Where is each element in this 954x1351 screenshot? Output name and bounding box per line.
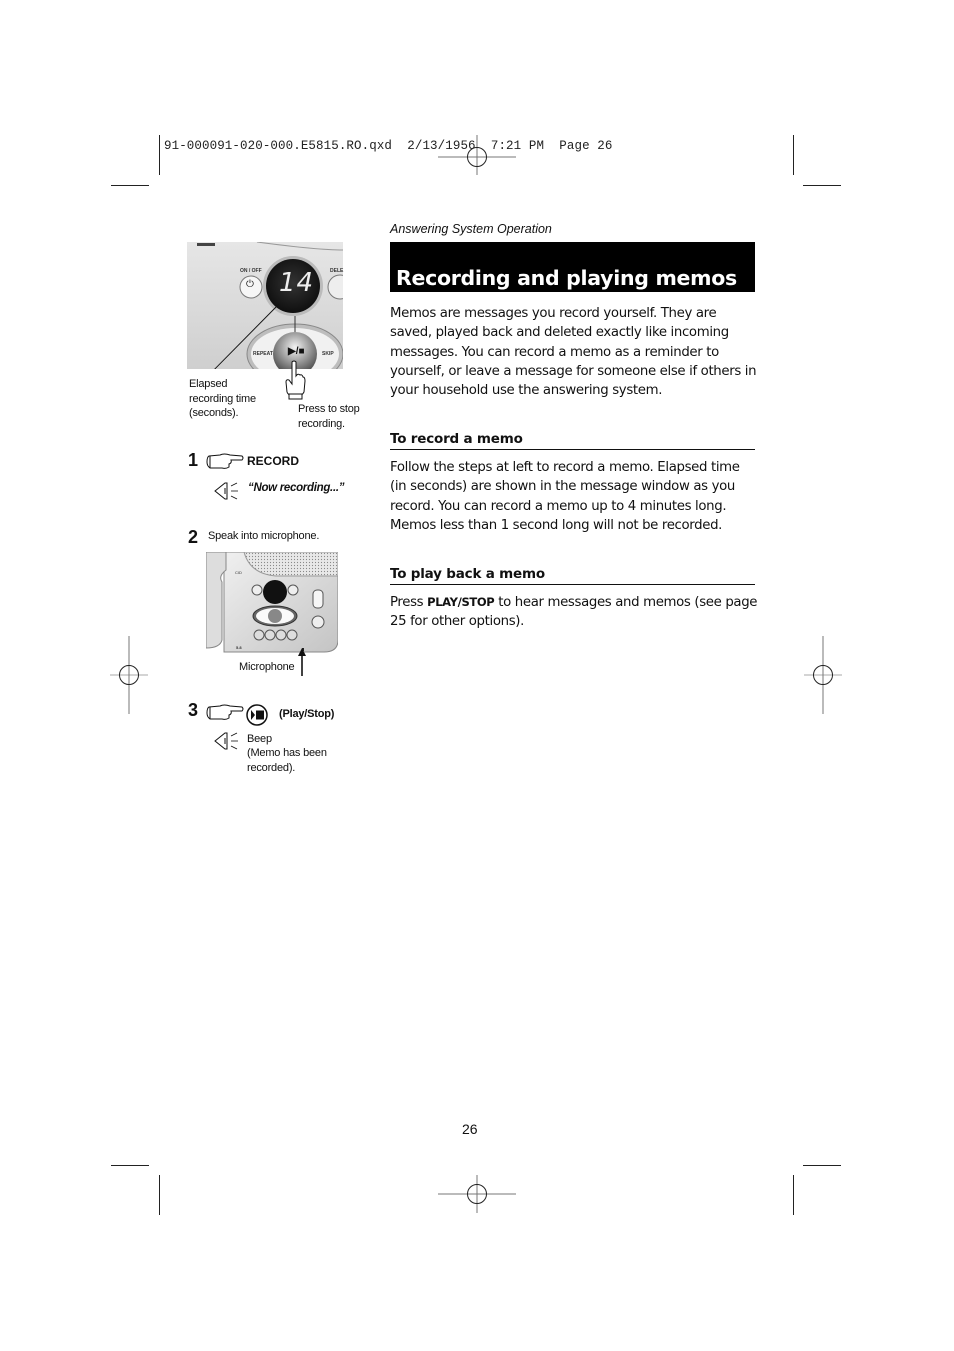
- device-figure-microphone: CID 5.8: [206, 552, 338, 654]
- pointing-hand-icon: [206, 704, 244, 720]
- step-2-instruction: Speak into microphone.: [208, 530, 320, 542]
- elapsed-display-value: 14: [279, 268, 315, 298]
- pressing-hand-icon: [285, 360, 306, 400]
- step-3-audio-line-2: (Memo has been: [247, 747, 327, 759]
- registration-mark-right: [804, 636, 842, 714]
- step-1-number: 1: [188, 450, 199, 470]
- record-memo-paragraph: Follow the steps at left to record a mem…: [390, 460, 740, 533]
- step-2-number: 2: [188, 527, 199, 547]
- title-bar: Recording and playing memos: [390, 242, 755, 292]
- section-label: Answering System Operation: [390, 222, 552, 236]
- device-figure-display: [187, 242, 343, 369]
- crop-mark-top-left-h: [111, 185, 149, 186]
- print-slug: 91-000091-020-000.E5815.RO.qxd 2/13/1956…: [164, 139, 613, 153]
- step-3-audio-line-1: Beep: [247, 733, 272, 745]
- svg-text:CID: CID: [235, 570, 242, 575]
- registration-mark-left: [110, 636, 148, 714]
- crop-mark-bottom-right-h: [803, 1165, 841, 1166]
- step-3-number: 3: [188, 700, 199, 720]
- skip-label: SKIP: [322, 351, 334, 357]
- crop-mark-top-left-v: [159, 135, 160, 175]
- intro-paragraph: Memos are messages you record yourself. …: [390, 306, 757, 399]
- playback-text-before: Press: [390, 595, 428, 610]
- speaker-icon: [214, 732, 238, 750]
- microphone-label: Microphone: [239, 661, 295, 673]
- speaker-icon: [214, 482, 238, 500]
- repeat-label: REPEAT: [253, 351, 273, 357]
- step-3-audio-line-3: recorded).: [247, 762, 296, 774]
- page-title: Recording and playing memos: [396, 266, 737, 290]
- crop-mark-bottom-left-v: [159, 1175, 160, 1215]
- svg-text:5.8: 5.8: [236, 645, 242, 650]
- play-stop-button-icon: [246, 704, 268, 726]
- crop-mark-top-right-v: [793, 135, 794, 175]
- callout-press-to-stop: Press to stop recording.: [298, 403, 360, 430]
- arrow-up-icon: [298, 648, 306, 676]
- play-stop-glyph: ▶/■: [288, 346, 305, 357]
- delete-label: DELE: [330, 268, 344, 274]
- step-1-record-key: RECORD: [247, 454, 300, 468]
- on-off-label: ON / OFF: [240, 268, 262, 274]
- playback-memo-heading: To play back a memo: [390, 566, 755, 585]
- playback-memo-paragraph: Press PLAY/STOP to hear messages and mem…: [390, 593, 758, 632]
- step-3-play-stop-label: (Play/Stop): [279, 708, 335, 720]
- crop-mark-bottom-left-h: [111, 1165, 149, 1166]
- pointing-hand-icon: [206, 453, 244, 469]
- crop-mark-top-right-h: [803, 185, 841, 186]
- callout-elapsed-time: Elapsed recording time (seconds).: [189, 378, 256, 419]
- registration-mark-top: [438, 135, 516, 175]
- page-number: 26: [462, 1121, 478, 1137]
- record-memo-heading: To record a memo: [390, 431, 755, 450]
- crop-mark-bottom-right-v: [793, 1175, 794, 1215]
- power-icon: ⏻: [246, 279, 254, 290]
- step-1-audio-prompt: “Now recording...”: [248, 482, 345, 494]
- play-stop-keyword: PLAY/STOP: [427, 595, 495, 609]
- registration-mark-bottom: [438, 1175, 516, 1213]
